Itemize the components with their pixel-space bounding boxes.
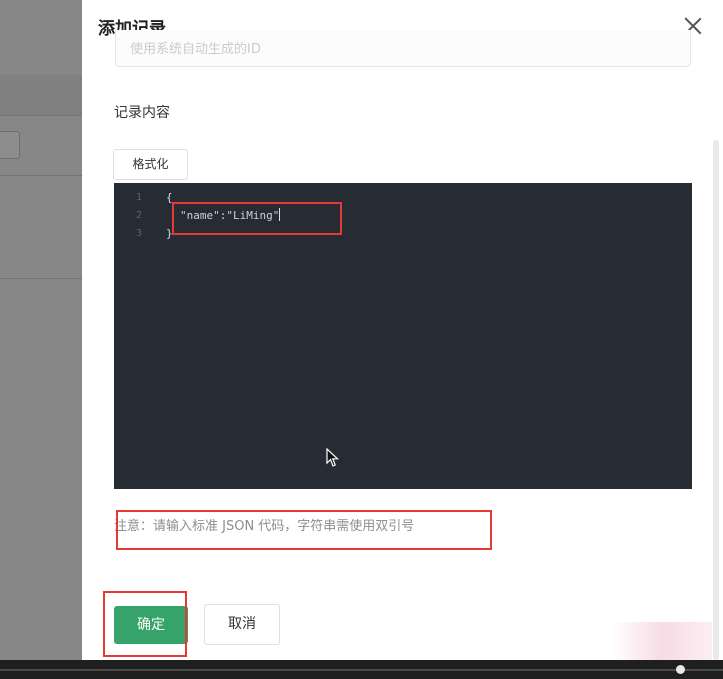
json-format-note: 注意：请输入标准 JSON 代码，字符串需使用双引号 [114,519,415,534]
json-code-editor[interactable]: 1 2 3 { "name":"LiMing" } [114,183,692,489]
code-line-1: { [166,189,280,207]
dialog-scrollbar[interactable] [713,140,719,660]
mouse-cursor-icon [326,448,340,467]
json-key: "name" [180,209,220,222]
background-blur [612,622,712,660]
close-brace: } [166,227,173,240]
record-content-label: 记录内容 [114,105,170,121]
line-number: 1 [135,192,142,203]
code-line-3: } [166,225,280,243]
code-line-2: "name":"LiMing" [166,207,281,225]
editor-gutter: 1 2 3 [114,189,142,243]
modal-backdrop[interactable] [0,0,90,679]
text-caret [279,208,281,221]
record-id-input[interactable]: 使用系统自动生成的ID [115,30,691,67]
record-id-placeholder: 使用系统自动生成的ID [130,42,261,57]
progress-handle[interactable] [676,665,685,674]
add-record-dialog: 添加记录 使用系统自动生成的ID 记录内容 格式化 1 2 3 { "name"… [82,0,723,660]
cancel-button[interactable]: 取消 [204,604,280,645]
editor-code[interactable]: { "name":"LiMing" } [166,189,281,243]
confirm-button[interactable]: 确定 [114,606,188,644]
format-button[interactable]: 格式化 [113,149,188,180]
json-value: "LiMing" [226,209,280,222]
progress-track [0,669,723,671]
line-number: 2 [135,210,142,221]
line-number: 3 [135,228,142,239]
open-brace: { [166,191,173,204]
